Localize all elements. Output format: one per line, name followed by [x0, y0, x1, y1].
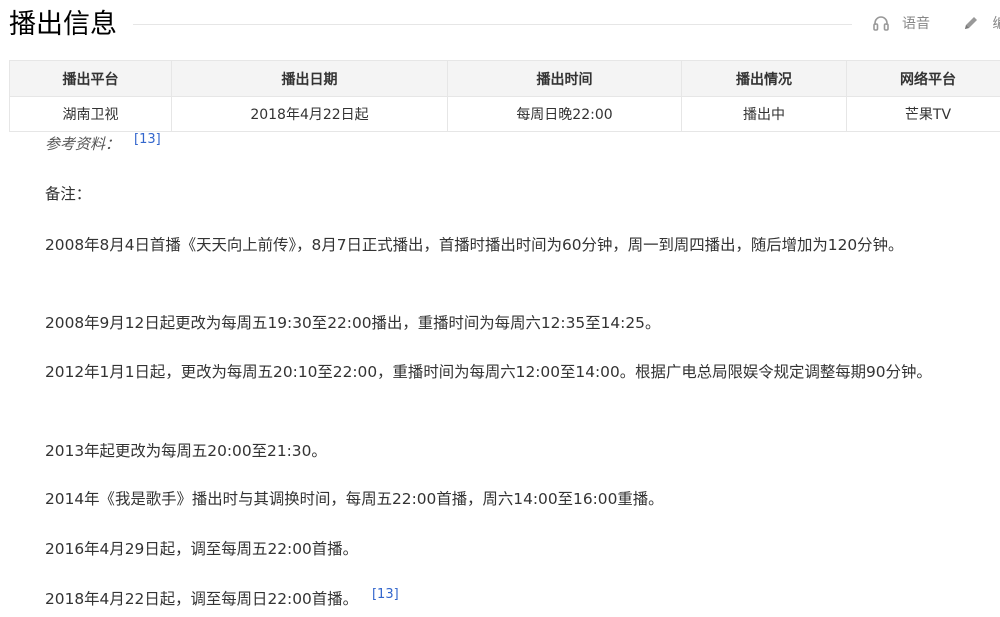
note-paragraph: 2016年4月29日起，调至每周五22:00首播。 [9, 533, 1000, 565]
voice-label: 语音 [902, 13, 930, 33]
reference-link[interactable]: [13] [372, 587, 399, 602]
pencil-icon [962, 14, 980, 32]
table-header-row: 播出平台 播出日期 播出时间 播出情况 网络平台 [10, 61, 1000, 97]
section-header: 播出信息 语音 编辑 [0, 0, 1000, 52]
note-paragraph: 2013年起更改为每周五20:00至21:30。 [9, 435, 1000, 467]
cell-status: 播出中 [682, 97, 847, 132]
cell-date: 2018年4月22日起 [172, 97, 448, 132]
reference-link[interactable]: [13] [134, 132, 161, 147]
header-online-platform: 网络平台 [847, 61, 1000, 97]
note-paragraph: 2014年《我是歌手》播出时与其调换时间，每周五22:00首播，周六14:00至… [9, 483, 1000, 515]
note-paragraph: 2008年9月12日起更改为每周五19:30至22:00播出，重播时间为每周六1… [9, 307, 1000, 339]
note-paragraph-last: 2018年4月22日起，调至每周日22:00首播。 [13] [9, 583, 1000, 617]
header-tools: 语音 编辑 [872, 10, 1000, 36]
note-paragraph: 2008年8月4日首播《天天向上前传》，8月7日正式播出，首播时播出时间为60分… [9, 229, 1000, 261]
note-paragraph: 2012年1月1日起，更改为每周五20:10至22:00，重播时间为每周六12:… [9, 356, 1000, 388]
header-platform: 播出平台 [10, 61, 172, 97]
edit-button[interactable]: 编辑 [962, 10, 1000, 36]
notes-heading: 备注： [9, 178, 1000, 210]
header-status: 播出情况 [682, 61, 847, 97]
table-row: 湖南卫视 2018年4月22日起 每周日晚22:00 播出中 芒果TV [10, 97, 1000, 132]
header-date: 播出日期 [172, 61, 448, 97]
reference-label: 参考资料： [45, 135, 120, 153]
headphones-icon [872, 14, 890, 32]
title-divider [133, 24, 852, 25]
page-title: 播出信息 [9, 5, 117, 45]
header-time: 播出时间 [448, 61, 682, 97]
cell-platform: 湖南卫视 [10, 97, 172, 132]
edit-label: 编辑 [992, 13, 1000, 33]
reference-line: 参考资料： [13] [45, 130, 161, 160]
note-text: 2018年4月22日起，调至每周日22:00首播。 [45, 590, 358, 608]
broadcast-table: 播出平台 播出日期 播出时间 播出情况 网络平台 湖南卫视 2018年4月22日… [9, 60, 1000, 132]
cell-online-platform: 芒果TV [847, 97, 1000, 132]
cell-time: 每周日晚22:00 [448, 97, 682, 132]
voice-button[interactable]: 语音 [872, 10, 930, 36]
